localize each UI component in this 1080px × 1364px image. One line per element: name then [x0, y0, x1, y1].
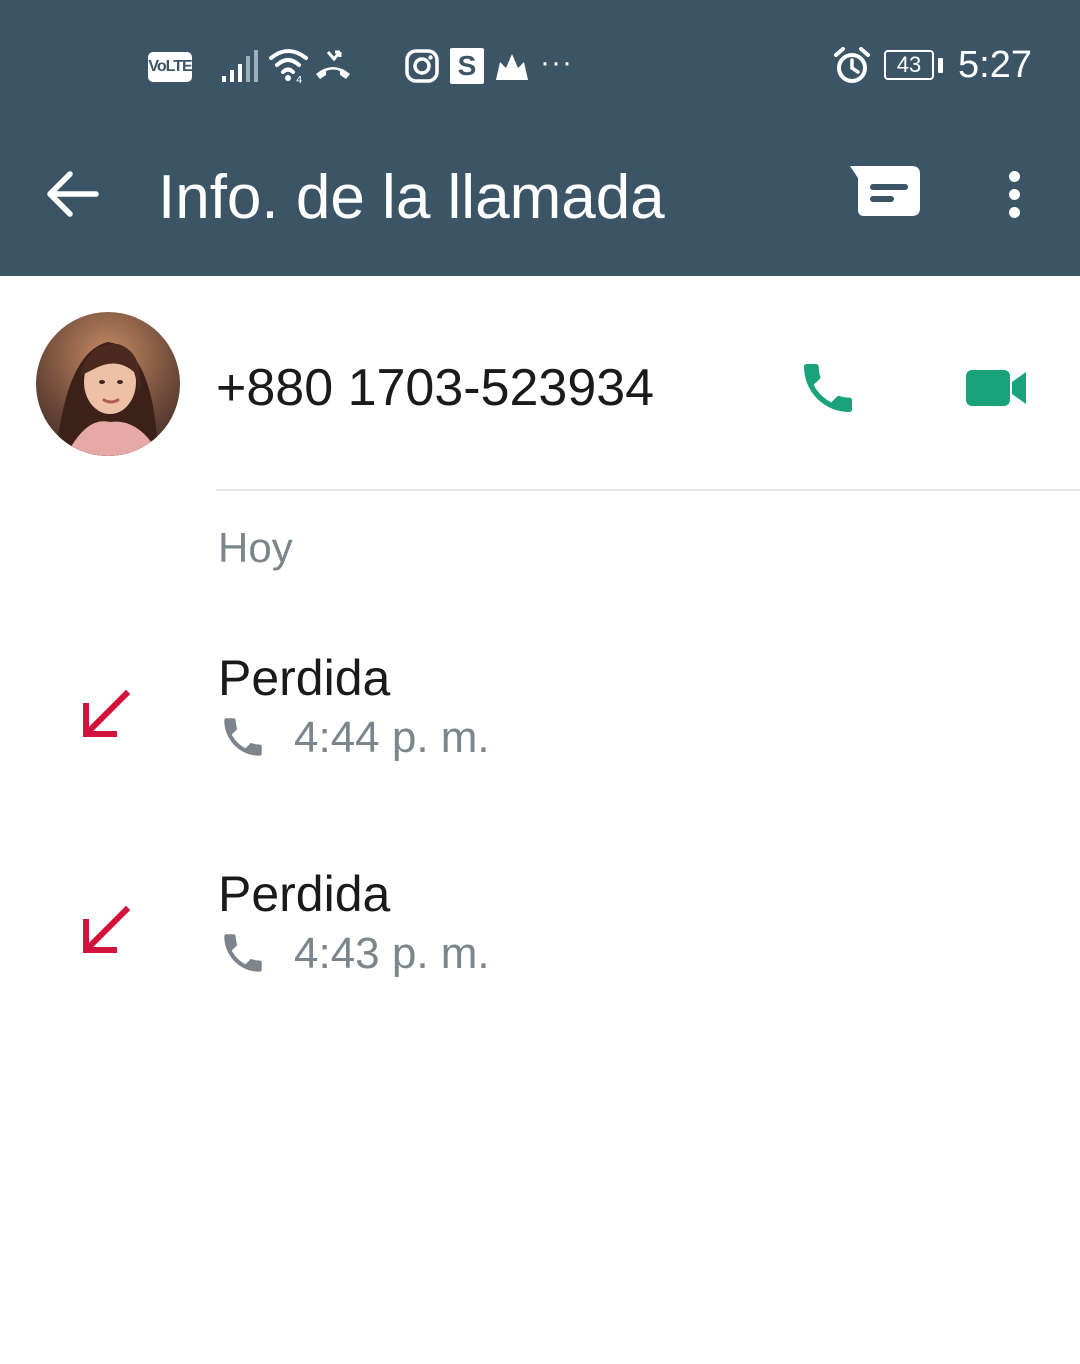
contact-phone-number: +880 1703-523934: [216, 359, 655, 417]
video-camera-icon: [966, 370, 1026, 406]
call-log-entry: Perdida 4:43 p. m.: [0, 864, 1080, 1014]
missed-call-arrow-icon: [76, 686, 136, 746]
phone-icon: [218, 928, 268, 978]
more-options-button[interactable]: [990, 160, 1038, 228]
section-label-today: Hoy: [218, 524, 293, 571]
volte-badge: VoLTE: [148, 52, 193, 82]
wifi-icon: 4: [268, 46, 310, 84]
voice-call-button[interactable]: [796, 356, 860, 420]
svg-text:4: 4: [296, 75, 302, 84]
call-log-entry: Perdida 4:44 p. m.: [0, 648, 1080, 798]
alarm-icon: [832, 46, 872, 86]
status-bar: VoLTE 4 S ··· 43 5:27: [0, 0, 1080, 130]
signal-icon: [220, 48, 260, 84]
call-time: 4:44 p. m.: [294, 713, 490, 762]
menu-dot: [1008, 188, 1020, 200]
message-icon: [850, 166, 920, 216]
more-notifications-indicator: ···: [540, 46, 573, 79]
call-time: 4:43 p. m.: [294, 929, 490, 978]
message-button[interactable]: [848, 162, 924, 224]
s-app-icon: S: [450, 48, 484, 84]
phone-icon: [804, 364, 852, 412]
battery-indicator: 43: [884, 50, 934, 80]
status-clock: 5:27: [958, 44, 1032, 86]
page-title: Info. de la llamada: [158, 163, 665, 232]
contact-avatar[interactable]: [36, 312, 180, 456]
call-status: Perdida: [218, 650, 391, 706]
call-status: Perdida: [218, 866, 391, 922]
menu-dot: [1008, 206, 1020, 218]
back-button[interactable]: [38, 160, 106, 228]
app-notification-icon: [494, 50, 530, 82]
phone-icon: [218, 712, 268, 762]
menu-dot: [1008, 170, 1020, 182]
missed-call-arrow-icon: [76, 902, 136, 962]
missed-call-notification-icon: [314, 50, 352, 82]
contact-row[interactable]: +880 1703-523934: [0, 276, 1080, 492]
battery-tip: [938, 58, 943, 73]
video-call-button[interactable]: [960, 358, 1032, 418]
instagram-icon: [404, 48, 440, 84]
app-header: VoLTE 4 S ··· 43 5:27 Info. de la llamad…: [0, 0, 1080, 276]
divider: [216, 489, 1080, 491]
back-arrow-icon: [47, 171, 99, 217]
